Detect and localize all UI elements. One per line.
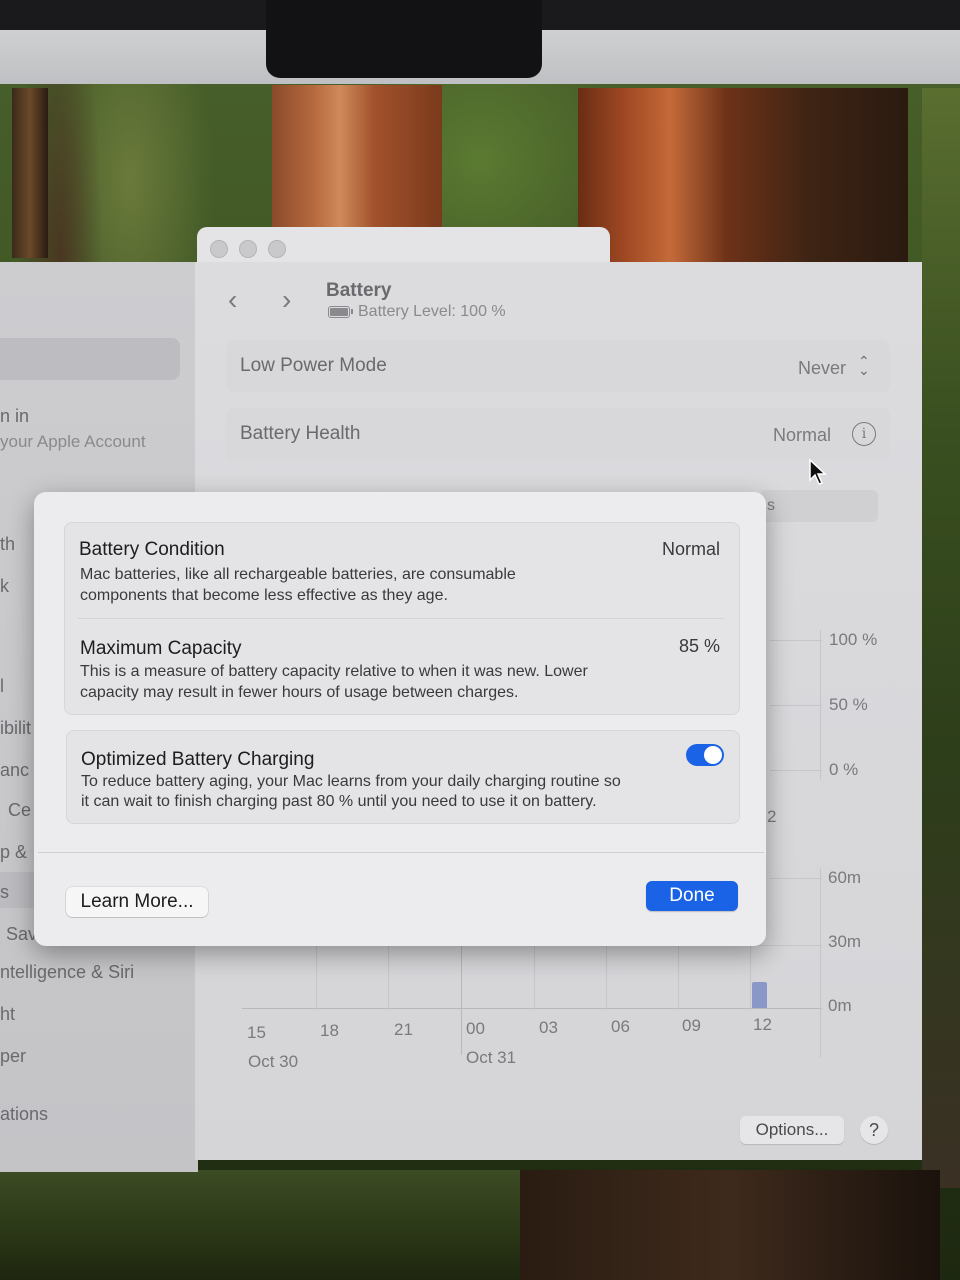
- battery-health-value: Normal: [773, 425, 832, 445]
- sidebar-item-accessibility[interactable]: ibilit: [0, 718, 31, 739]
- usage-bar: [752, 982, 767, 1008]
- sidebar-item-notifications[interactable]: ations: [0, 1104, 48, 1125]
- chart-gridline: [820, 868, 821, 1058]
- help-button[interactable]: ?: [860, 1116, 888, 1144]
- chart-gridline: [770, 705, 822, 706]
- sidebar-item-apple-account[interactable]: your Apple Account: [0, 432, 146, 452]
- wallpaper-tree-trunk: [520, 1170, 940, 1280]
- x-axis-tick: 00: [466, 1019, 485, 1038]
- sidebar-item-displays[interactable]: s: [0, 882, 9, 903]
- low-power-mode-select[interactable]: Never: [798, 358, 846, 379]
- sidebar-item-bluetooth[interactable]: th: [0, 534, 15, 555]
- sidebar-item-appearance[interactable]: anc: [0, 760, 29, 781]
- minimize-window-button[interactable]: [239, 240, 257, 258]
- wallpaper-foliage: [922, 88, 960, 1188]
- low-power-mode-label: Low Power Mode: [240, 355, 387, 376]
- usage-axis-tick: 0m: [828, 996, 852, 1015]
- chart-gridline: [770, 878, 822, 879]
- chart-gridline: [820, 630, 821, 780]
- chart-gridline: [388, 945, 389, 1010]
- sidebar-item-screen-saver[interactable]: Sav: [6, 924, 37, 945]
- x-axis-tick: 06: [611, 1017, 630, 1036]
- level-axis-tick: 50 %: [829, 695, 868, 714]
- wallpaper-tree-trunk: [578, 88, 908, 268]
- chart-baseline: [242, 1008, 822, 1009]
- dialog-footer-divider: [38, 852, 764, 853]
- chart-gridline: [316, 945, 317, 1010]
- level-axis-tick: 0 %: [829, 760, 859, 779]
- window-titlebar: [197, 227, 610, 267]
- x-axis-tick: 09: [682, 1016, 701, 1035]
- level-axis-tick: 100 %: [829, 630, 878, 649]
- battery-condition-value: Normal: [662, 539, 721, 559]
- close-window-button[interactable]: [210, 240, 228, 258]
- chart-gridline: [750, 945, 751, 1010]
- x-axis-tick: 21: [394, 1020, 413, 1039]
- sidebar-item-sign-in[interactable]: n in: [0, 406, 29, 427]
- hidden-settings-row: [760, 490, 878, 522]
- battery-condition-desc-line2: components that become less effective as…: [80, 587, 448, 604]
- done-button[interactable]: Done: [646, 881, 738, 911]
- sidebar-item-wallpaper[interactable]: per: [0, 1046, 26, 1067]
- x-axis-tick: 03: [539, 1018, 558, 1037]
- camera-notch: [266, 0, 542, 78]
- usage-axis-tick: 60m: [828, 868, 862, 887]
- options-button[interactable]: Options...: [740, 1116, 844, 1144]
- battery-health-label: Battery Health: [240, 423, 361, 444]
- chevron-up-down-icon[interactable]: ⌃ ⌄: [858, 354, 870, 377]
- chart-gridline: [534, 945, 535, 1010]
- sidebar-item-general[interactable]: l: [0, 676, 4, 697]
- sidebar-item-apple-intelligence-siri[interactable]: ntelligence & Siri: [0, 962, 134, 983]
- chart-gridline: [606, 945, 607, 1010]
- optimized-charging-toggle[interactable]: [686, 744, 724, 766]
- sidebar-item-desktop-dock[interactable]: p &: [0, 842, 27, 863]
- level-axis-partial-tick: 2: [767, 807, 777, 826]
- hidden-row-text: s: [767, 497, 775, 514]
- date-label: Oct 30: [248, 1052, 299, 1071]
- wallpaper-foliage: [0, 1170, 520, 1280]
- wallpaper-tree-trunk: [12, 88, 48, 258]
- chart-gridline: [770, 770, 822, 771]
- page-title: Battery: [326, 280, 392, 301]
- date-label: Oct 31: [466, 1048, 517, 1067]
- maximum-capacity-value: 85 %: [679, 636, 721, 656]
- mouse-cursor-icon: [809, 458, 827, 485]
- x-axis-tick: 15: [247, 1023, 266, 1042]
- maximum-capacity-desc-line1: This is a measure of battery capacity re…: [80, 663, 588, 680]
- x-axis-tick: 12: [753, 1015, 772, 1034]
- sidebar-search-field[interactable]: [0, 338, 180, 380]
- chart-gridline: [678, 945, 679, 1010]
- info-icon[interactable]: i: [852, 422, 876, 446]
- learn-more-button[interactable]: Learn More...: [66, 887, 208, 917]
- battery-condition-desc-line1: Mac batteries, like all rechargeable bat…: [80, 566, 516, 583]
- battery-level-text: Battery Level: 100 %: [358, 303, 506, 320]
- sidebar-item-control-center[interactable]: Ce: [8, 800, 31, 821]
- maximum-capacity-title: Maximum Capacity: [80, 638, 242, 659]
- chart-gridline: [770, 640, 822, 641]
- sidebar-item-spotlight[interactable]: ht: [0, 1004, 15, 1025]
- chart-day-divider: [461, 945, 462, 1055]
- usage-axis-tick: 30m: [828, 932, 862, 951]
- battery-condition-title: Battery Condition: [79, 539, 225, 560]
- sidebar-item-network[interactable]: k: [0, 576, 9, 597]
- x-axis-tick: 18: [320, 1021, 339, 1040]
- card-divider: [78, 618, 724, 619]
- forward-arrow-icon[interactable]: ›: [282, 284, 291, 316]
- back-arrow-icon[interactable]: ‹: [228, 284, 237, 316]
- maximum-capacity-desc-line2: capacity may result in fewer hours of us…: [80, 684, 519, 701]
- toggle-knob: [704, 746, 722, 764]
- optimized-charging-desc-line2: it can wait to finish charging past 80 %…: [81, 793, 597, 810]
- optimized-charging-title: Optimized Battery Charging: [81, 749, 315, 770]
- battery-icon: [328, 306, 353, 318]
- zoom-window-button[interactable]: [268, 240, 286, 258]
- optimized-charging-desc-line1: To reduce battery aging, your Mac learns…: [81, 773, 621, 790]
